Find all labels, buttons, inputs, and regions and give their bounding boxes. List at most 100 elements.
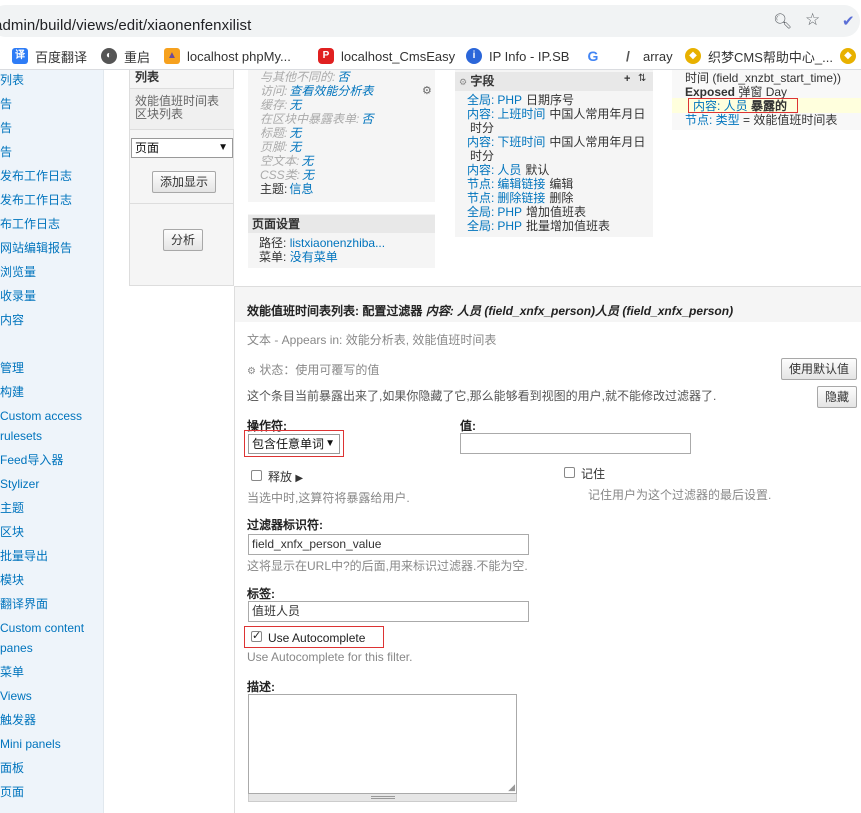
tag-input[interactable]: 值班人员 <box>248 601 529 622</box>
sidebar-item[interactable]: 网站编辑报告 <box>0 238 104 258</box>
field-row[interactable]: 内容: 上班时间 中国人常用年月日 <box>467 107 645 121</box>
field-name[interactable]: PHP <box>497 205 522 219</box>
sidebar-item[interactable]: Custom content <box>0 618 104 638</box>
node-type-link[interactable]: 节点: 类型 <box>685 113 740 127</box>
operator-select[interactable]: 包含任意单词 ▼ <box>248 434 340 454</box>
setting-value-link[interactable]: 无 <box>301 154 313 168</box>
setting-value-link[interactable]: 否 <box>337 70 349 84</box>
value-input[interactable] <box>460 433 691 454</box>
bookmark-google[interactable]: G <box>585 47 608 65</box>
setting-value-link[interactable]: 否 <box>361 112 373 126</box>
sidebar-item[interactable]: Stylizer <box>0 474 104 494</box>
gear-icon[interactable]: ⚙ <box>422 84 432 97</box>
bookmark-restart[interactable]: ◐ 重启 <box>101 47 150 65</box>
address-bar[interactable]: admin/build/views/edit/xiaonenfenxilist <box>0 5 860 37</box>
sidebar-item[interactable]: 批量导出 <box>0 546 104 566</box>
sidebar-item[interactable]: 发布工作日志 <box>0 190 104 210</box>
sidebar-item[interactable]: 收录量 <box>0 286 104 306</box>
field-prefix[interactable]: 内容: <box>467 107 494 121</box>
setting-value-link[interactable]: 查看效能分析表 <box>289 84 373 98</box>
sidebar-item[interactable]: 区块 <box>0 522 104 542</box>
identifier-input[interactable]: field_xnfx_person_value <box>248 534 529 555</box>
sidebar-item[interactable]: panes <box>0 638 104 658</box>
field-row[interactable]: 全局: PHP 增加值班表 <box>467 205 586 219</box>
url-text[interactable]: admin/build/views/edit/xiaonenfenxilist <box>0 17 251 34</box>
resize-grip-icon[interactable]: ◢ <box>508 782 515 793</box>
add-icon[interactable]: + <box>624 73 630 85</box>
field-name[interactable]: 下班时间 <box>497 135 545 149</box>
setting-value-link[interactable]: 无 <box>289 98 301 112</box>
display-subtitle[interactable]: 效能值班时间表区块列表 <box>135 95 225 121</box>
sidebar-item[interactable]: 告 <box>0 142 104 162</box>
sidebar-item[interactable]: Feed导入器 <box>0 450 104 470</box>
sidebar-item[interactable]: rulesets <box>0 426 104 446</box>
field-prefix[interactable]: 全局: <box>467 205 494 219</box>
sidebar-item[interactable]: Mini panels <box>0 734 104 754</box>
field-row[interactable]: 内容: 下班时间 中国人常用年月日 <box>467 135 645 149</box>
sidebar-item[interactable]: 浏览量 <box>0 262 104 282</box>
field-name[interactable]: PHP <box>497 93 522 107</box>
sidebar-item[interactable]: 告 <box>0 118 104 138</box>
field-row[interactable]: 内容: 人员 默认 <box>467 163 549 177</box>
sidebar-item[interactable]: 模块 <box>0 570 104 590</box>
setting-value-link[interactable]: 无 <box>289 140 301 154</box>
use-default-button[interactable]: 使用默认值 <box>781 358 858 380</box>
analyze-button[interactable]: 分析 <box>163 229 204 251</box>
field-row[interactable]: 节点: 编辑链接 编辑 <box>467 177 573 191</box>
field-prefix[interactable]: 全局: <box>467 93 494 107</box>
caret-right-icon[interactable]: ▶ <box>295 473 303 484</box>
sidebar-item[interactable]: 触发器 <box>0 710 104 730</box>
star-icon[interactable]: ☆ <box>805 10 820 30</box>
setting-value-link[interactable]: 信息 <box>289 182 313 196</box>
sidebar-item[interactable]: 构建 <box>0 382 104 402</box>
rearrange-icon[interactable]: ⇅ <box>638 73 646 84</box>
description-textarea[interactable]: ◢ <box>248 694 517 794</box>
menu-link[interactable]: 没有菜单 <box>290 250 338 264</box>
autocomplete-label[interactable]: Use Autocomplete <box>268 631 365 645</box>
field-row[interactable]: 全局: PHP 批量增加值班表 <box>467 219 610 233</box>
autocomplete-checkbox[interactable] <box>251 629 262 642</box>
setting-value-link[interactable]: 无 <box>289 126 301 140</box>
filter-start-time[interactable]: 时间 (field_xnzbt_start_time)) <box>685 71 841 85</box>
field-name[interactable]: 人员 <box>497 163 521 177</box>
person-filter-link[interactable]: 内容: 人员 <box>693 99 748 113</box>
sidebar-item[interactable]: 页面 <box>0 782 104 802</box>
setting-value-link[interactable]: 无 <box>302 168 314 182</box>
zoom-icon[interactable]: 🔍︎ <box>773 12 792 30</box>
field-row[interactable]: 节点: 删除链接 删除 <box>467 191 573 205</box>
bookmark-array[interactable]: / array <box>620 47 673 65</box>
sidebar-item[interactable]: 列表 <box>0 70 104 90</box>
sidebar-item[interactable]: 内容 <box>0 310 104 330</box>
remember-checkbox[interactable] <box>564 467 575 478</box>
field-prefix[interactable]: 节点: <box>467 191 494 205</box>
field-row[interactable]: 时分 <box>467 121 494 135</box>
bookmark-ipinfo[interactable]: i IP Info - IP.SB <box>466 47 569 65</box>
sidebar-item[interactable]: 翻译界面 <box>0 594 104 614</box>
sidebar-item[interactable]: 菜单 <box>0 662 104 682</box>
bookmark-dedecms[interactable]: ◆ 织梦CMS帮助中心_... <box>685 47 833 65</box>
bookmark-phpmyadmin[interactable]: ▲ localhost phpMy... <box>164 47 291 65</box>
textarea-grippie[interactable] <box>248 794 517 802</box>
display-title[interactable]: 列表 <box>135 70 159 84</box>
extension-icon[interactable]: ✔ <box>842 12 855 30</box>
path-link[interactable]: listxiaonenzhiba... <box>290 236 385 250</box>
field-row[interactable]: 时分 <box>467 149 494 163</box>
sidebar-item[interactable]: 发布工作日志 <box>0 166 104 186</box>
sidebar-item[interactable]: 管理 <box>0 358 104 378</box>
field-prefix[interactable]: 内容: <box>467 163 494 177</box>
field-name[interactable]: PHP <box>497 219 522 233</box>
add-display-button[interactable]: 添加显示 <box>152 171 217 193</box>
bookmark-more[interactable]: ◆ <box>840 47 861 65</box>
field-name[interactable]: 删除链接 <box>497 191 545 205</box>
sidebar-item[interactable]: 布工作日志 <box>0 214 104 234</box>
sidebar-item[interactable]: 告 <box>0 94 104 114</box>
release-checkbox[interactable] <box>251 470 262 481</box>
field-name[interactable]: 编辑链接 <box>497 177 545 191</box>
sidebar-item[interactable]: 主题 <box>0 498 104 518</box>
sidebar-item[interactable]: 面板 <box>0 758 104 778</box>
field-prefix[interactable]: 全局: <box>467 219 494 233</box>
field-name[interactable]: 上班时间 <box>497 107 545 121</box>
hide-button[interactable]: 隐藏 <box>817 386 858 408</box>
display-select[interactable]: 页面 ▼ <box>131 138 233 158</box>
sidebar-item[interactable]: Custom access <box>0 406 104 426</box>
